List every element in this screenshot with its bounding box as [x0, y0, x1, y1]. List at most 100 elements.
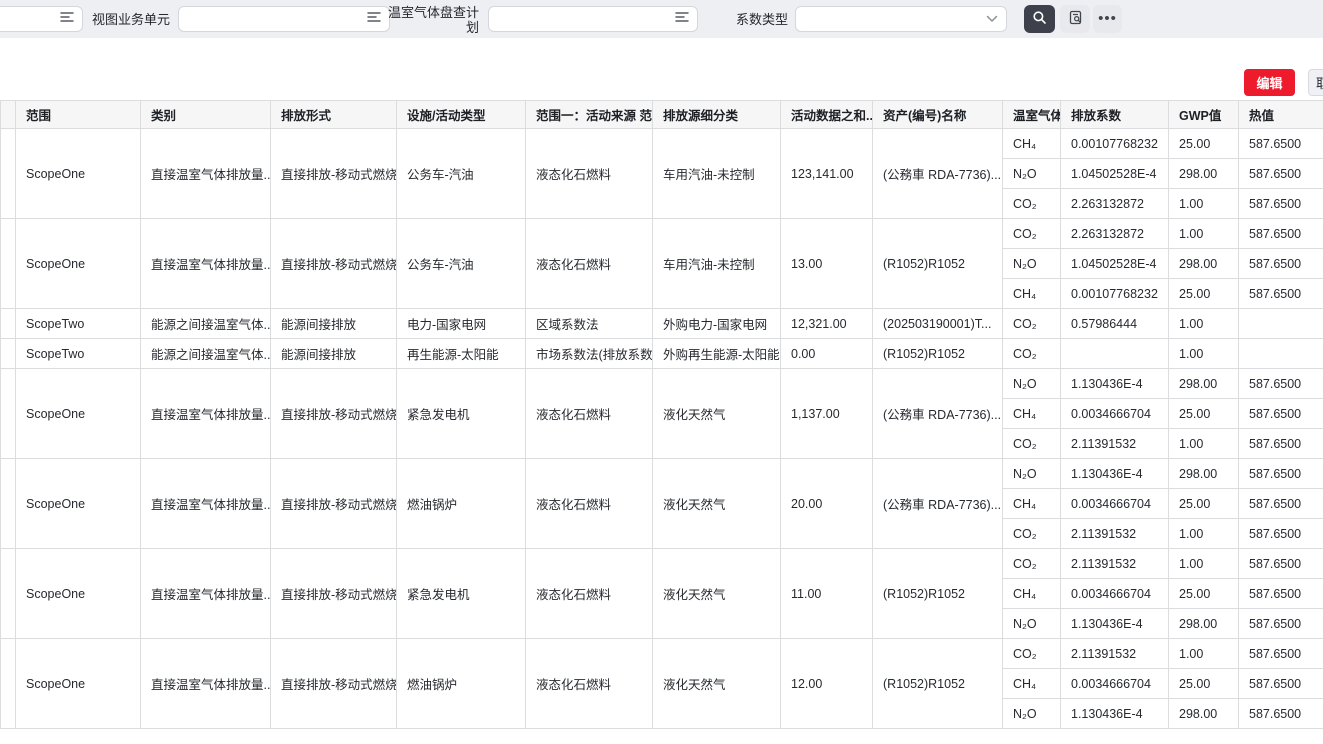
emission-form-cell: 直接排放-移动式燃烧 [271, 369, 397, 459]
greenhouse-gas-cell: N₂O [1003, 369, 1061, 399]
gutter-cell [1, 459, 16, 549]
gwp-value-cell: 25.00 [1169, 279, 1239, 309]
greenhouse-gas-cell: CO₂ [1003, 219, 1061, 249]
scope-cell: ScopeOne [16, 459, 141, 549]
source-subdivision-cell: 外购电力-国家电网 [653, 309, 781, 339]
heat-value-cell: 587.6500 [1239, 219, 1323, 249]
activity-data-sum-cell: 123,141.00 [781, 129, 873, 219]
gutter-cell [1, 549, 16, 639]
gwp-value-cell: 25.00 [1169, 129, 1239, 159]
emission-factor-cell: 0.0034666704 [1061, 579, 1169, 609]
cancel-button-partial[interactable]: 取 [1308, 69, 1323, 96]
asset-name-cell: (公務車 RDA-7736)... [873, 369, 1003, 459]
heat-value-cell: 587.6500 [1239, 249, 1323, 279]
edit-button[interactable]: 编辑 [1244, 69, 1295, 96]
emission-factor-cell: 0.57986444 [1061, 309, 1169, 339]
emission-factor-cell: 1.130436E-4 [1061, 459, 1169, 489]
heat-value-cell: 587.6500 [1239, 189, 1323, 219]
list-icon [675, 10, 689, 28]
greenhouse-gas-cell: N₂O [1003, 609, 1061, 639]
gutter-header [1, 101, 16, 129]
table-row: ScopeOne直接温室气体排放量...直接排放-移动式燃烧燃油锅炉液态化石燃料… [1, 459, 1323, 489]
gwp-value-cell: 1.00 [1169, 309, 1239, 339]
gwp-value-cell: 1.00 [1169, 429, 1239, 459]
asset-name-cell: (R1052)R1052 [873, 639, 1003, 729]
activity-data-sum-cell: 12.00 [781, 639, 873, 729]
heat-value-cell: 587.6500 [1239, 159, 1323, 189]
heat-value-cell: 587.6500 [1239, 279, 1323, 309]
activity-data-sum-cell: 20.00 [781, 459, 873, 549]
factor-type-select[interactable] [795, 6, 1007, 32]
scope-cell: ScopeOne [16, 369, 141, 459]
activity-data-sum-cell: 0.00 [781, 339, 873, 369]
gwp-value-cell: 1.00 [1169, 639, 1239, 669]
scope-cell: ScopeOne [16, 219, 141, 309]
table-row: ScopeOne直接温室气体排放量...直接排放-移动式燃烧紧急发电机液态化石燃… [1, 369, 1323, 399]
ghg-inventory-plan-input[interactable] [488, 6, 698, 32]
greenhouse-gas-cell: N₂O [1003, 249, 1061, 279]
gwp-value-cell: 298.00 [1169, 699, 1239, 729]
source-subdivision-cell: 车用汽油-未控制 [653, 129, 781, 219]
gwp-value-cell: 25.00 [1169, 669, 1239, 699]
emission-factor-cell: 0.00107768232 [1061, 129, 1169, 159]
audit-log-button[interactable] [1060, 5, 1090, 33]
table-row: ScopeOne直接温室气体排放量...直接排放-移动式燃烧紧急发电机液态化石燃… [1, 549, 1323, 579]
heat-value-cell: 587.6500 [1239, 699, 1323, 729]
column-header-0: 范围 [16, 101, 141, 129]
emission-form-cell: 直接排放-移动式燃烧 [271, 459, 397, 549]
document-search-icon [1068, 10, 1083, 28]
business-unit-label: 视图业务单元 [90, 12, 170, 27]
heat-value-cell: 587.6500 [1239, 489, 1323, 519]
emission-factor-cell: 2.263132872 [1061, 219, 1169, 249]
activity-data-sum-cell: 11.00 [781, 549, 873, 639]
gwp-value-cell: 25.00 [1169, 399, 1239, 429]
activity-source-cell: 液态化石燃料 [526, 129, 653, 219]
first-filter-input[interactable] [0, 6, 83, 32]
heat-value-cell [1239, 339, 1323, 369]
search-button[interactable] [1024, 5, 1055, 33]
gwp-value-cell: 1.00 [1169, 549, 1239, 579]
more-button[interactable]: ••• [1093, 5, 1122, 33]
facility-type-cell: 公务车-汽油 [397, 219, 526, 309]
column-header-10: GWP值 [1169, 101, 1239, 129]
heat-value-cell: 587.6500 [1239, 549, 1323, 579]
activity-source-cell: 液态化石燃料 [526, 459, 653, 549]
category-cell: 直接温室气体排放量... [141, 459, 271, 549]
greenhouse-gas-cell: CH₄ [1003, 669, 1061, 699]
gwp-value-cell: 298.00 [1169, 609, 1239, 639]
table-row: ScopeTwo能源之间接温室气体...能源间接排放再生能源-太阳能市场系数法(… [1, 339, 1323, 369]
category-cell: 直接温室气体排放量... [141, 219, 271, 309]
heat-value-cell: 587.6500 [1239, 519, 1323, 549]
gutter-cell [1, 369, 16, 459]
category-cell: 直接温室气体排放量... [141, 369, 271, 459]
category-cell: 能源之间接温室气体... [141, 339, 271, 369]
business-unit-input[interactable] [178, 6, 390, 32]
list-icon [367, 10, 381, 28]
table-row: ScopeOne直接温室气体排放量...直接排放-移动式燃烧燃油锅炉液态化石燃料… [1, 639, 1323, 669]
activity-source-cell: 液态化石燃料 [526, 369, 653, 459]
greenhouse-gas-cell: N₂O [1003, 159, 1061, 189]
activity-source-cell: 区域系数法 [526, 309, 653, 339]
scope-cell: ScopeTwo [16, 339, 141, 369]
column-header-1: 类别 [141, 101, 271, 129]
column-header-7: 资产(编号)名称 [873, 101, 1003, 129]
search-icon [1032, 10, 1047, 28]
greenhouse-gas-cell: CH₄ [1003, 489, 1061, 519]
emission-factor-cell: 0.0034666704 [1061, 669, 1169, 699]
table-row: ScopeOne直接温室气体排放量...直接排放-移动式燃烧公务车-汽油液态化石… [1, 219, 1323, 249]
asset-name-cell: (R1052)R1052 [873, 219, 1003, 309]
facility-type-cell: 紧急发电机 [397, 549, 526, 639]
greenhouse-gas-cell: N₂O [1003, 459, 1061, 489]
column-header-11: 热值 [1239, 101, 1323, 129]
gwp-value-cell: 1.00 [1169, 519, 1239, 549]
gutter-cell [1, 309, 16, 339]
greenhouse-gas-cell: CH₄ [1003, 129, 1061, 159]
column-header-9: 排放系数 [1061, 101, 1169, 129]
category-cell: 能源之间接温室气体... [141, 309, 271, 339]
greenhouse-gas-cell: CO₂ [1003, 429, 1061, 459]
activity-source-cell: 液态化石燃料 [526, 549, 653, 639]
greenhouse-gas-cell: CH₄ [1003, 399, 1061, 429]
gwp-value-cell: 1.00 [1169, 219, 1239, 249]
emission-factor-cell [1061, 339, 1169, 369]
activity-source-cell: 市场系数法(排放系数... [526, 339, 653, 369]
